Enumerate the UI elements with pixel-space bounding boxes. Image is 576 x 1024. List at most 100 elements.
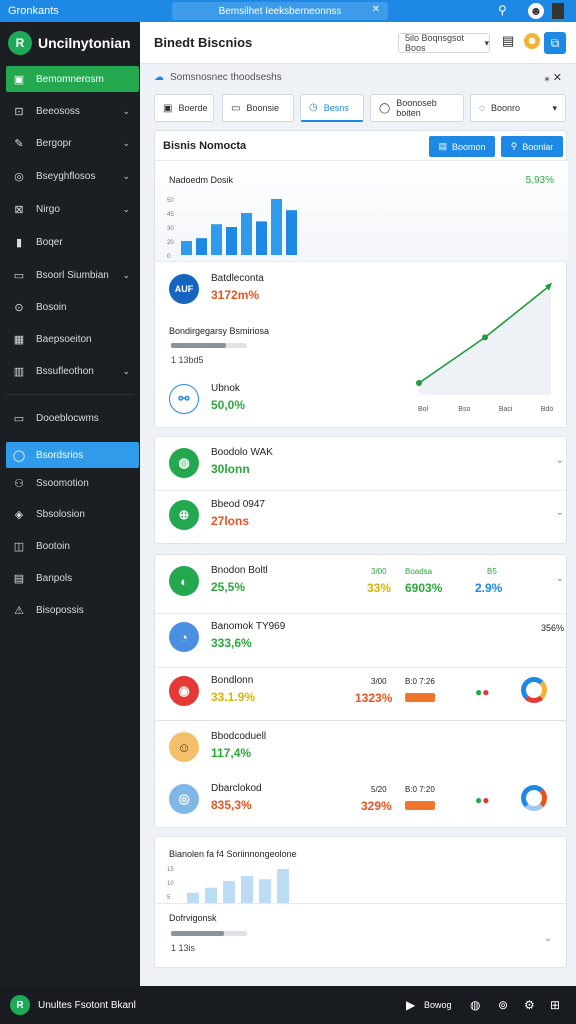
avatar-icon[interactable]: ☻ [524, 33, 540, 49]
list-item[interactable]: ◉ Bondlonn 33.1.9% 3/00 1323% B:0 7:26 ●… [169, 675, 564, 707]
menu-icon[interactable] [552, 3, 564, 19]
sidebar-item[interactable]: ⊠ Nirgo ⌄ [6, 196, 139, 222]
sidebar-item[interactable]: ▥ Bssufleothon ⌄ [6, 358, 139, 384]
donut-icon [521, 785, 547, 811]
stat-value: 2.9% [475, 581, 503, 595]
list-item[interactable]: ◍ Boodolo WAK 30lonn ⌄ [169, 447, 564, 479]
brand[interactable]: R Uncilnytonian [0, 22, 140, 64]
nav-icon: ▮ [15, 236, 23, 249]
close-icon[interactable]: ⁎ ✕ [544, 71, 562, 84]
chevron-down-icon[interactable]: ⌄ [556, 507, 564, 518]
settings-icon[interactable]: ⊚ [498, 998, 508, 1012]
sidebar-item[interactable]: ▤ Banpols [6, 565, 139, 591]
sidebar-item[interactable]: ◈ Sbsolosion [6, 501, 139, 527]
tab-icon: ▣ [163, 102, 173, 114]
metric-row[interactable]: AUF Batdleconta 3172m% [169, 273, 369, 305]
tab-boonro[interactable]: ◌ Boonro ▾ [470, 94, 566, 122]
sidebar-item[interactable]: ⊡ Beeososs ⌄ [6, 98, 139, 124]
nav-icon: ⊡ [14, 105, 24, 118]
play-icon[interactable]: ▶ [406, 998, 415, 1012]
avatar-icon[interactable]: ☻ [528, 3, 544, 19]
sidebar-item[interactable]: ▭ Bsoorl Siumbian ⌄ [6, 262, 139, 288]
sidebar-item-label: Dooeblocwms [36, 412, 99, 424]
chevron-down-icon: ⌄ [122, 105, 130, 116]
tab-label: Besns [323, 102, 349, 113]
list-item[interactable]: ◎ Dbarclokod 835,3% 5/20 329% B:0 7:20 ●… [169, 783, 564, 815]
page-header: Binedt Biscnios 5ilo Boqnsgsot Boos ▾ ▤ … [140, 22, 576, 64]
tab-icon: ▭ [231, 102, 241, 114]
sidebar-item-label: Bosoin [36, 301, 67, 313]
list-item[interactable]: ⊕ Bbeod 0947 27lons ⌄ [169, 499, 564, 531]
people-card: ☺ Bbodcoduell 117,4% ◎ Dbarclokod 835,3%… [154, 720, 567, 828]
sidebar-item[interactable]: ▭ Dooeblocwms [6, 405, 139, 431]
tab-boerde[interactable]: ▣ Boerde [154, 94, 214, 122]
sidebar-item[interactable]: ▮ Boqer [6, 229, 139, 255]
globe-icon: ◎ [169, 784, 199, 814]
tab-boonoseb[interactable]: ◯ Boonoseb boiten [370, 94, 464, 122]
chart-percent: 5,93% [525, 175, 554, 186]
main-content: Binedt Biscnios 5ilo Boqnsgsot Boos ▾ ▤ … [140, 22, 576, 986]
grid-icon[interactable]: ⊞ [550, 998, 560, 1012]
list-item[interactable]: ◔ Banomok TY969 333,6% 356% [169, 621, 564, 653]
chevron-down-icon: ⌄ [122, 203, 130, 214]
sidebar-item[interactable]: ▣ Bemomnerosm [6, 66, 139, 92]
nav-icon: ⚇ [14, 477, 24, 490]
play-label[interactable]: Bowog [424, 1000, 452, 1010]
list-item[interactable]: ◐ Bnodon Boltl 25,5% 3/00 33% Boadsa 690… [169, 565, 564, 597]
sidebar-item[interactable]: ◯ Bsordsrios [6, 442, 139, 468]
chart-bar [226, 227, 237, 255]
sidebar-item[interactable]: ⚇ Ssoomotion [6, 470, 139, 496]
chevron-down-icon[interactable]: ⌄ [544, 933, 552, 944]
button-label: Boonlar [522, 141, 554, 152]
status-pill [405, 801, 435, 810]
item-label: Banomok TY969 [211, 621, 286, 632]
chat-icon[interactable]: ◍ [470, 998, 480, 1012]
data-point [482, 334, 488, 341]
primary-button[interactable]: ▤ Boomon [429, 136, 495, 157]
period-select[interactable]: 5ilo Boqnsgsot Boos ▾ [398, 33, 490, 53]
dots-icon: ●● [475, 685, 490, 699]
tab-besns[interactable]: ◷ Besns [300, 94, 364, 122]
sub-header-label: Somsnosnec thoodseshs [170, 71, 282, 83]
link-icon: ⚯ [169, 384, 199, 414]
sidebar-item[interactable]: ◫ Bootoin [6, 533, 139, 559]
stat-value: 33% [367, 581, 392, 595]
chart-bar [271, 199, 282, 255]
summary-card: Bianolen fa f4 Soriinnongeolone 15 10 5 Do… [154, 836, 567, 968]
item-value: 333,6% [211, 636, 252, 650]
sidebar-item[interactable]: ▦ Baepsoeiton [6, 326, 139, 352]
item-value: 27lons [211, 514, 250, 528]
page-title: Binedt Biscnios [154, 35, 253, 50]
logo-icon: R [10, 995, 30, 1015]
alert-icon: ◉ [169, 676, 199, 706]
chevron-down-icon[interactable]: ⌄ [556, 455, 564, 466]
progress-fill [171, 343, 226, 348]
search-icon[interactable]: ⚲ [498, 3, 507, 17]
progress-text: 1 13is [171, 943, 196, 953]
stat-header: Boadsa [405, 567, 433, 576]
progress-label: Dofrvigonsk [169, 913, 217, 923]
tab-boonsie[interactable]: ▭ Boonsie [222, 94, 294, 122]
close-icon[interactable]: ✕ [372, 4, 380, 15]
chart-bar [223, 880, 235, 903]
item-value: 30lonn [211, 462, 250, 476]
progress-bar [171, 343, 247, 348]
nav-icon: ⊙ [14, 301, 24, 314]
sidebar-item-label: Ssoomotion [36, 477, 89, 489]
active-browser-tab[interactable]: Bemsilhet Ieeksberneonnss ✕ [172, 2, 388, 20]
tab-label: Bemsilhet Ieeksberneonnss [218, 5, 342, 17]
chevron-down-icon[interactable]: ⌄ [556, 573, 564, 584]
gear-icon[interactable]: ⚙ [524, 998, 535, 1012]
secondary-button[interactable]: ⚲ Boonlar [501, 136, 563, 157]
sidebar-item[interactable]: ✎ Bergopr ⌄ [6, 130, 139, 156]
metric-row[interactable]: ⚯ Ubnok 50,0% [169, 383, 369, 415]
action-button[interactable]: ⧉ [544, 32, 566, 54]
sidebar-item[interactable]: ⊙ Bosoin [6, 294, 139, 320]
calendar-icon[interactable]: ▤ [502, 33, 514, 49]
sidebar-item[interactable]: ⚠ Bisopossis [6, 597, 139, 623]
nav-icon: ▤ [13, 572, 25, 585]
sidebar-item[interactable]: ◎ Bseyghflosos ⌄ [6, 163, 139, 189]
list-item[interactable]: ☺ Bbodcoduell 117,4% [169, 731, 564, 763]
tab-icon: ◷ [309, 102, 318, 113]
tab-label: Boonsie [246, 103, 279, 113]
